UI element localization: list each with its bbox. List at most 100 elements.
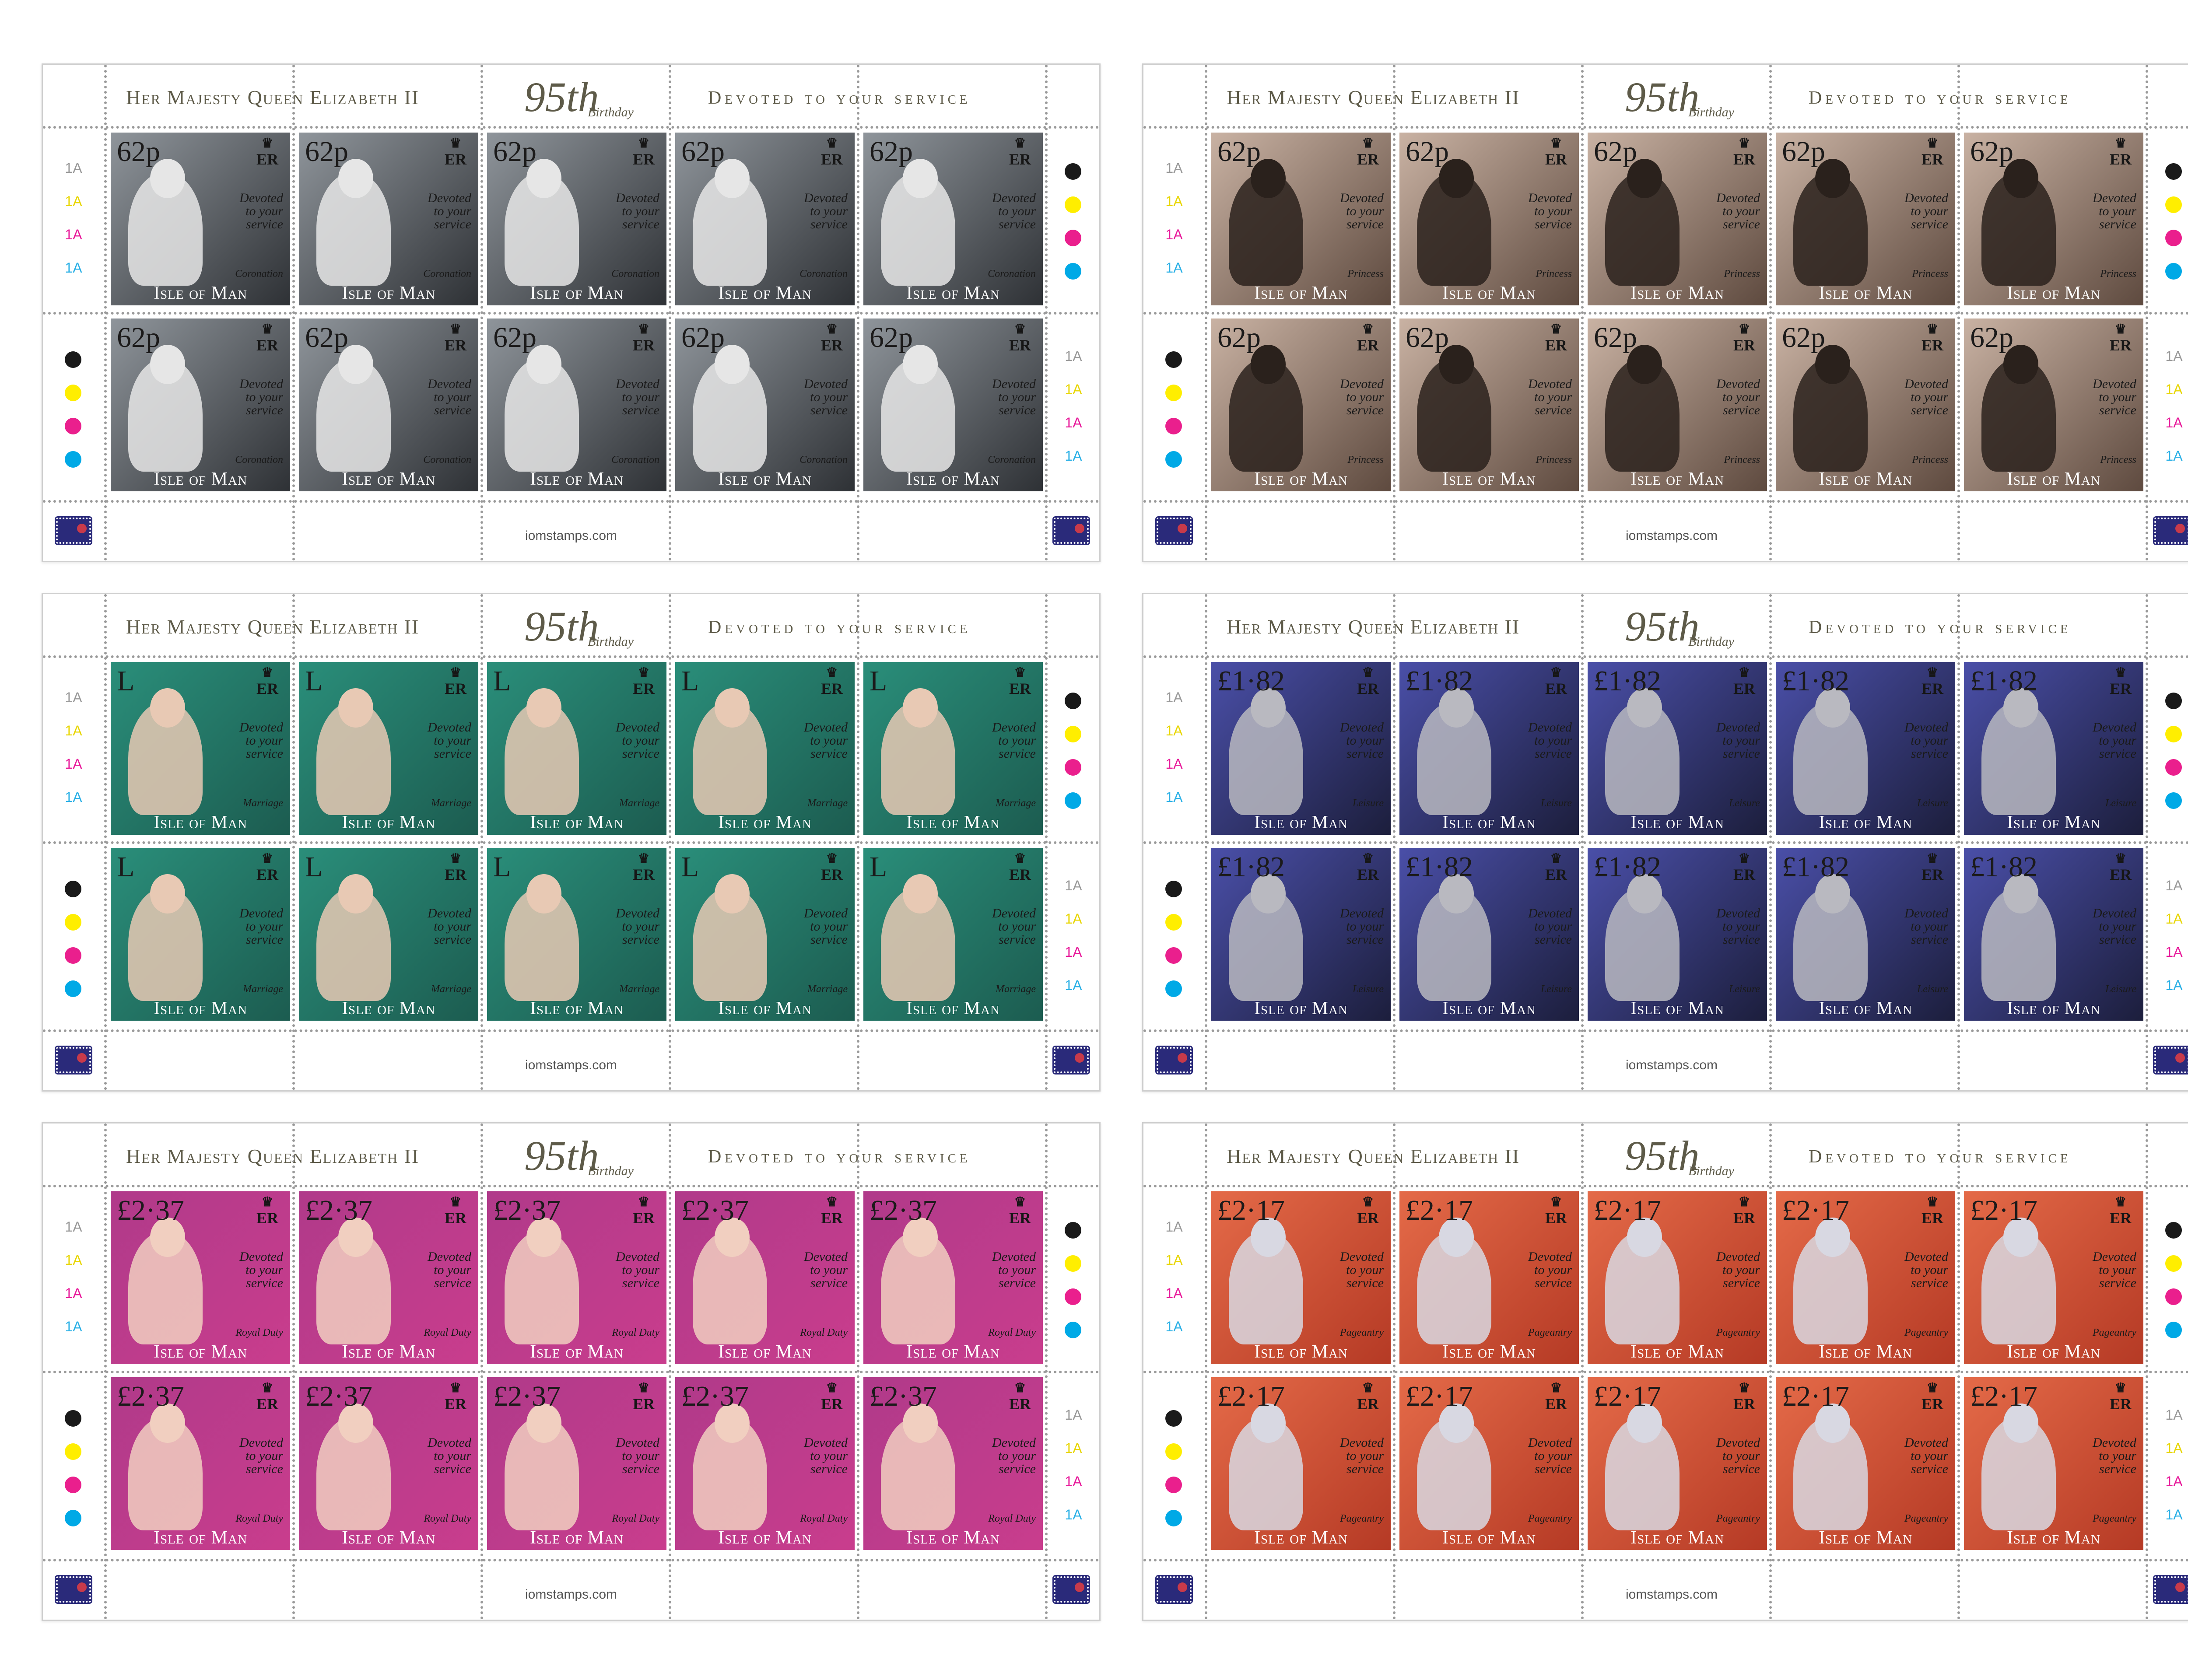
stamp[interactable]: £2·37 ♛ ER Devoted to your service Royal Duty I… — [487, 1377, 666, 1550]
stamp-motto-line: to your — [2099, 1263, 2136, 1277]
stamp[interactable]: 62p ♛ ER Devoted to your service Princess Isle … — [1964, 133, 2143, 305]
stamp[interactable]: £2·37 ♛ ER Devoted to your service Royal Duty I… — [111, 1377, 290, 1550]
colour-dot — [2165, 792, 2182, 809]
stamp[interactable]: £2·37 ♛ ER Devoted to your service Royal Duty I… — [299, 1377, 478, 1550]
cypher-text: ER — [1357, 1395, 1379, 1413]
stamp[interactable]: L ♛ ER Devoted to your service Marriage Isle of… — [863, 662, 1043, 835]
stamp[interactable]: L ♛ ER Devoted to your service Marriage Isle of… — [863, 848, 1043, 1021]
footer-url[interactable]: iomstamps.com — [1143, 1587, 2188, 1602]
stamp[interactable]: £1·82 ♛ ER Devoted to your service Leisure Isle… — [1211, 662, 1391, 835]
royal-cypher: ♛ ER — [254, 137, 281, 168]
stamp-motto-line: Devoted — [2093, 1435, 2136, 1450]
footer-url[interactable]: iomstamps.com — [43, 528, 1099, 543]
cypher-text: ER — [820, 336, 843, 354]
stamp[interactable]: £2·17 ♛ ER Devoted to your service Pageantry Is… — [1588, 1377, 1767, 1550]
stamp-value: £2·17 — [1406, 1194, 1473, 1226]
stamp[interactable]: 62p ♛ ER Devoted to your service Coronation Isl… — [487, 318, 666, 491]
stamp[interactable]: 62p ♛ ER Devoted to your service Princess Isle … — [1399, 133, 1579, 305]
registration-label: 1A — [1065, 878, 1082, 893]
stamp-motto: Devoted to your service — [1694, 1250, 1760, 1290]
crown-icon: ♛ — [1738, 665, 1750, 680]
stamp[interactable]: £2·17 ♛ ER Devoted to your service Pageantry Is… — [1776, 1377, 1955, 1550]
stamp[interactable]: £2·37 ♛ ER Devoted to your service Royal Duty I… — [863, 1377, 1043, 1550]
stamp[interactable]: 62p ♛ ER Devoted to your service Princess Isle … — [1964, 318, 2143, 491]
stamp[interactable]: £1·82 ♛ ER Devoted to your service Leisure Isle… — [1776, 848, 1955, 1021]
cypher-text: ER — [1357, 336, 1379, 354]
stamp-value: £2·37 — [870, 1194, 937, 1226]
stamp-motto-line: service — [434, 1276, 471, 1290]
stamp[interactable]: £2·17 ♛ ER Devoted to your service Pageantry Is… — [1964, 1191, 2143, 1364]
stamp[interactable]: £2·37 ♛ ER Devoted to your service Royal Duty I… — [487, 1191, 666, 1364]
stamp[interactable]: 62p ♛ ER Devoted to your service Princess Isle … — [1588, 318, 1767, 491]
stamp[interactable]: 62p ♛ ER Devoted to your service Princess Isle … — [1399, 318, 1579, 491]
stamp[interactable]: L ♛ ER Devoted to your service Marriage Isle of… — [299, 662, 478, 835]
stamp-motto-line: to your — [2099, 733, 2136, 748]
stamp-motto-line: to your — [622, 204, 659, 218]
stamp[interactable]: 62p ♛ ER Devoted to your service Coronation Isl… — [111, 318, 290, 491]
stamp[interactable]: £2·17 ♛ ER Devoted to your service Pageantry Is… — [1964, 1377, 2143, 1550]
stamp[interactable]: L ♛ ER Devoted to your service Marriage Isle of… — [111, 662, 290, 835]
stamp[interactable]: 62p ♛ ER Devoted to your service Princess Isle … — [1211, 318, 1391, 491]
stamp[interactable]: £2·37 ♛ ER Devoted to your service Royal Duty I… — [863, 1191, 1043, 1364]
stamp[interactable]: £1·82 ♛ ER Devoted to your service Leisure Isle… — [1964, 848, 2143, 1021]
footer-url[interactable]: iomstamps.com — [1143, 1058, 2188, 1073]
footer-url[interactable]: iomstamps.com — [43, 1587, 1099, 1602]
stamp-value: £1·82 — [1217, 851, 1285, 883]
stamp-motto-line: Devoted — [428, 1250, 471, 1264]
stamp[interactable]: £1·82 ♛ ER Devoted to your service Leisure Isle… — [1399, 848, 1579, 1021]
stamp[interactable]: £1·82 ♛ ER Devoted to your service Leisure Isle… — [1399, 662, 1579, 835]
country-name: Isle of Man — [2007, 283, 2100, 303]
royal-cypher: ♛ ER — [1007, 1196, 1033, 1227]
sheet-motto: Devoted to your service — [708, 617, 971, 637]
crown-icon: ♛ — [449, 322, 462, 336]
royal-cypher: ♛ ER — [1543, 852, 1569, 884]
royal-cypher: ♛ ER — [442, 323, 469, 354]
stamp[interactable]: 62p ♛ ER Devoted to your service Coronation Isl… — [675, 318, 855, 491]
country-name: Isle of Man — [1630, 283, 1724, 303]
stamp[interactable]: £2·37 ♛ ER Devoted to your service Royal Duty I… — [675, 1377, 855, 1550]
stamp[interactable]: 62p ♛ ER Devoted to your service Coronation Isl… — [111, 133, 290, 305]
stamp[interactable]: L ♛ ER Devoted to your service Marriage Isle of… — [487, 848, 666, 1021]
stamp[interactable]: £2·37 ♛ ER Devoted to your service Royal Duty I… — [111, 1191, 290, 1364]
stamp[interactable]: £2·37 ♛ ER Devoted to your service Royal Duty I… — [675, 1191, 855, 1364]
cypher-text: ER — [1921, 1395, 1943, 1413]
stamp[interactable]: 62p ♛ ER Devoted to your service Princess Isle … — [1776, 133, 1955, 305]
royal-cypher: ♛ ER — [2107, 323, 2134, 354]
stamp[interactable]: £1·82 ♛ ER Devoted to your service Leisure Isle… — [1776, 662, 1955, 835]
stamp[interactable]: L ♛ ER Devoted to your service Marriage Isle of… — [487, 662, 666, 835]
stamp[interactable]: £2·17 ♛ ER Devoted to your service Pageantry Is… — [1399, 1377, 1579, 1550]
stamp[interactable]: £2·17 ♛ ER Devoted to your service Pageantry Is… — [1588, 1191, 1767, 1364]
stamp[interactable]: £2·17 ♛ ER Devoted to your service Pageantry Is… — [1776, 1191, 1955, 1364]
stamp[interactable]: £2·17 ♛ ER Devoted to your service Pageantry Is… — [1211, 1377, 1391, 1550]
stamp[interactable]: L ♛ ER Devoted to your service Marriage Isle of… — [111, 848, 290, 1021]
stamp[interactable]: £1·82 ♛ ER Devoted to your service Leisure Isle… — [1588, 662, 1767, 835]
stamp[interactable]: 62p ♛ ER Devoted to your service Coronation Isl… — [863, 318, 1043, 491]
stamp-motto-line: service — [810, 1462, 848, 1476]
stamp-caption: Princess — [2100, 454, 2136, 466]
stamp-value: 62p — [870, 322, 913, 354]
stamp-motto: Devoted to your service — [406, 378, 471, 417]
stamp[interactable]: 62p ♛ ER Devoted to your service Coronation Isl… — [863, 133, 1043, 305]
stamp[interactable]: 62p ♛ ER Devoted to your service Princess Isle … — [1211, 133, 1391, 305]
stamp[interactable]: 62p ♛ ER Devoted to your service Princess Isle … — [1776, 318, 1955, 491]
stamp[interactable]: L ♛ ER Devoted to your service Marriage Isle of… — [675, 848, 855, 1021]
registration-label: 1A — [1165, 193, 1183, 209]
stamp[interactable]: £1·82 ♛ ER Devoted to your service Leisure Isle… — [1964, 662, 2143, 835]
footer-url[interactable]: iomstamps.com — [43, 1058, 1099, 1073]
stamp[interactable]: £2·17 ♛ ER Devoted to your service Pageantry Is… — [1211, 1191, 1391, 1364]
stamp[interactable]: £2·37 ♛ ER Devoted to your service Royal Duty I… — [299, 1191, 478, 1364]
stamp[interactable]: £2·17 ♛ ER Devoted to your service Pageantry Is… — [1399, 1191, 1579, 1364]
stamp[interactable]: 62p ♛ ER Devoted to your service Princess Isle … — [1588, 133, 1767, 305]
crown-icon: ♛ — [2114, 136, 2127, 150]
stamp[interactable]: £1·82 ♛ ER Devoted to your service Leisure Isle… — [1211, 848, 1391, 1021]
royal-cypher: ♛ ER — [1731, 1196, 1757, 1227]
footer-url[interactable]: iomstamps.com — [1143, 528, 2188, 543]
stamp[interactable]: 62p ♛ ER Devoted to your service Coronation Isl… — [299, 318, 478, 491]
stamp[interactable]: 62p ♛ ER Devoted to your service Coronation Isl… — [675, 133, 855, 305]
stamp[interactable]: 62p ♛ ER Devoted to your service Coronation Isl… — [299, 133, 478, 305]
stamp[interactable]: L ♛ ER Devoted to your service Marriage Isle of… — [299, 848, 478, 1021]
stamp[interactable]: 62p ♛ ER Devoted to your service Coronation Isl… — [487, 133, 666, 305]
royal-cypher: ♛ ER — [2107, 666, 2134, 698]
stamp[interactable]: £1·82 ♛ ER Devoted to your service Leisure Isle… — [1588, 848, 1767, 1021]
stamp[interactable]: L ♛ ER Devoted to your service Marriage Isle of… — [675, 662, 855, 835]
